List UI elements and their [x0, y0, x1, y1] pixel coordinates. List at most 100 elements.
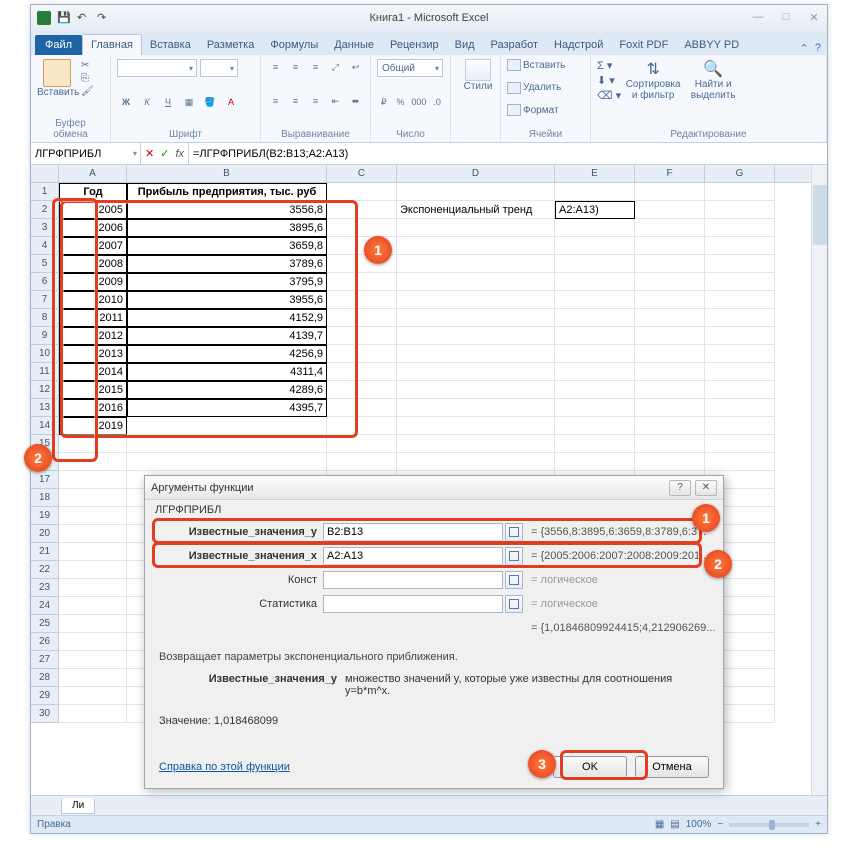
row-header[interactable]: 13	[31, 399, 59, 417]
cell-year[interactable]: 2010	[59, 291, 127, 309]
cell-d[interactable]	[397, 219, 555, 237]
tab-file[interactable]: Файл	[35, 35, 82, 55]
cell[interactable]	[635, 219, 705, 237]
cell[interactable]	[555, 453, 635, 471]
cell-year[interactable]: 2014	[59, 363, 127, 381]
cell[interactable]	[635, 237, 705, 255]
cancel-formula-icon[interactable]: ✕	[145, 147, 154, 160]
find-select-button[interactable]: 🔍 Найти и выделить	[685, 59, 741, 102]
format-cells[interactable]: Формат	[507, 104, 584, 116]
cell-d[interactable]	[397, 291, 555, 309]
cell[interactable]	[59, 669, 127, 687]
accept-formula-icon[interactable]: ✓	[160, 147, 169, 160]
row-header[interactable]: 16	[31, 453, 59, 471]
arg-y-input[interactable]	[323, 523, 503, 541]
cell[interactable]	[327, 345, 397, 363]
cell[interactable]	[635, 345, 705, 363]
cell[interactable]	[705, 417, 775, 435]
tab-foxit[interactable]: Foxit PDF	[611, 35, 676, 55]
cell-profit[interactable]: 4395,7	[127, 399, 327, 417]
row-header[interactable]: 15	[31, 435, 59, 453]
col-header-e[interactable]: E	[555, 165, 635, 182]
cell[interactable]	[705, 201, 775, 219]
cell-d[interactable]: Экспоненциальный тренд	[397, 201, 555, 219]
redo-icon[interactable]: ↷	[97, 11, 111, 25]
cell-year[interactable]: 2005	[59, 201, 127, 219]
arg-const-range-button[interactable]	[505, 571, 523, 589]
minimize-icon[interactable]: —	[749, 11, 767, 25]
cell[interactable]	[705, 273, 775, 291]
bold-icon[interactable]: Ж	[117, 94, 135, 110]
cell[interactable]	[705, 183, 775, 201]
sort-filter-button[interactable]: ⇅ Сортировка и фильтр	[625, 59, 681, 102]
cell[interactable]	[635, 291, 705, 309]
align-right-icon[interactable]: ≡	[307, 93, 324, 109]
cell[interactable]	[555, 291, 635, 309]
comma-icon[interactable]: 000	[410, 94, 427, 110]
row-header[interactable]: 21	[31, 543, 59, 561]
fill-down-icon[interactable]: ⬇ ▾	[597, 74, 621, 87]
arg-y-range-button[interactable]	[505, 523, 523, 541]
cell[interactable]	[59, 471, 127, 489]
cell[interactable]	[555, 183, 635, 201]
tab-formulas[interactable]: Формулы	[262, 35, 326, 55]
tab-data[interactable]: Данные	[326, 35, 382, 55]
cell[interactable]	[555, 255, 635, 273]
cell[interactable]	[705, 363, 775, 381]
cell[interactable]	[705, 309, 775, 327]
row-header[interactable]: 25	[31, 615, 59, 633]
row-header[interactable]: 26	[31, 633, 59, 651]
zoom-slider[interactable]	[729, 823, 809, 827]
cell[interactable]	[705, 291, 775, 309]
cell-year[interactable]: 2016	[59, 399, 127, 417]
cell-profit[interactable]: 3659,8	[127, 237, 327, 255]
row-header[interactable]: 19	[31, 507, 59, 525]
row-header[interactable]: 24	[31, 597, 59, 615]
cell[interactable]	[127, 453, 327, 471]
cell-profit[interactable]: 4311,4	[127, 363, 327, 381]
row-header[interactable]: 10	[31, 345, 59, 363]
col-header-b[interactable]: B	[127, 165, 327, 182]
minimize-ribbon-icon[interactable]: ⌃	[800, 42, 809, 55]
tab-dev[interactable]: Разработ	[483, 35, 546, 55]
cell-year[interactable]: 2007	[59, 237, 127, 255]
cell[interactable]	[635, 363, 705, 381]
currency-icon[interactable]: ₽	[377, 94, 391, 110]
cell[interactable]	[327, 219, 397, 237]
zoom-in-icon[interactable]: +	[815, 819, 821, 830]
align-top-icon[interactable]: ≡	[267, 59, 284, 75]
cell[interactable]	[59, 705, 127, 723]
cell[interactable]	[635, 183, 705, 201]
cell-e2[interactable]: A2:A13)	[555, 201, 635, 219]
font-combo[interactable]	[117, 59, 197, 77]
cell-year[interactable]: 2008	[59, 255, 127, 273]
row-header[interactable]: 6	[31, 273, 59, 291]
copy-icon[interactable]: ⎘	[81, 73, 94, 84]
underline-icon[interactable]: Ч	[159, 94, 177, 110]
insert-cells[interactable]: Вставить	[507, 59, 584, 71]
arg-x-range-button[interactable]	[505, 547, 523, 565]
cell[interactable]	[705, 345, 775, 363]
row-header[interactable]: 17	[31, 471, 59, 489]
cell[interactable]	[555, 273, 635, 291]
autosum-icon[interactable]: Σ ▾	[597, 59, 621, 72]
cell-year[interactable]: 2009	[59, 273, 127, 291]
row-header[interactable]: 3	[31, 219, 59, 237]
percent-icon[interactable]: %	[394, 94, 408, 110]
col-header-f[interactable]: F	[635, 165, 705, 182]
cell[interactable]	[327, 363, 397, 381]
dialog-close-icon[interactable]: ✕	[695, 480, 717, 496]
col-header-a[interactable]: A	[59, 165, 127, 182]
row-header[interactable]: 4	[31, 237, 59, 255]
col-header-c[interactable]: C	[327, 165, 397, 182]
name-box[interactable]: ЛГРФПРИБЛ	[31, 143, 141, 164]
zoom-out-icon[interactable]: −	[717, 819, 723, 830]
formula-input[interactable]: =ЛГРФПРИБЛ(B2:B13;A2:A13)	[189, 143, 827, 164]
ok-button[interactable]: OK	[553, 756, 627, 778]
cell[interactable]	[705, 381, 775, 399]
row-header[interactable]: 18	[31, 489, 59, 507]
cell[interactable]	[705, 219, 775, 237]
cell[interactable]	[327, 255, 397, 273]
row-header[interactable]: 2	[31, 201, 59, 219]
cell[interactable]	[555, 435, 635, 453]
